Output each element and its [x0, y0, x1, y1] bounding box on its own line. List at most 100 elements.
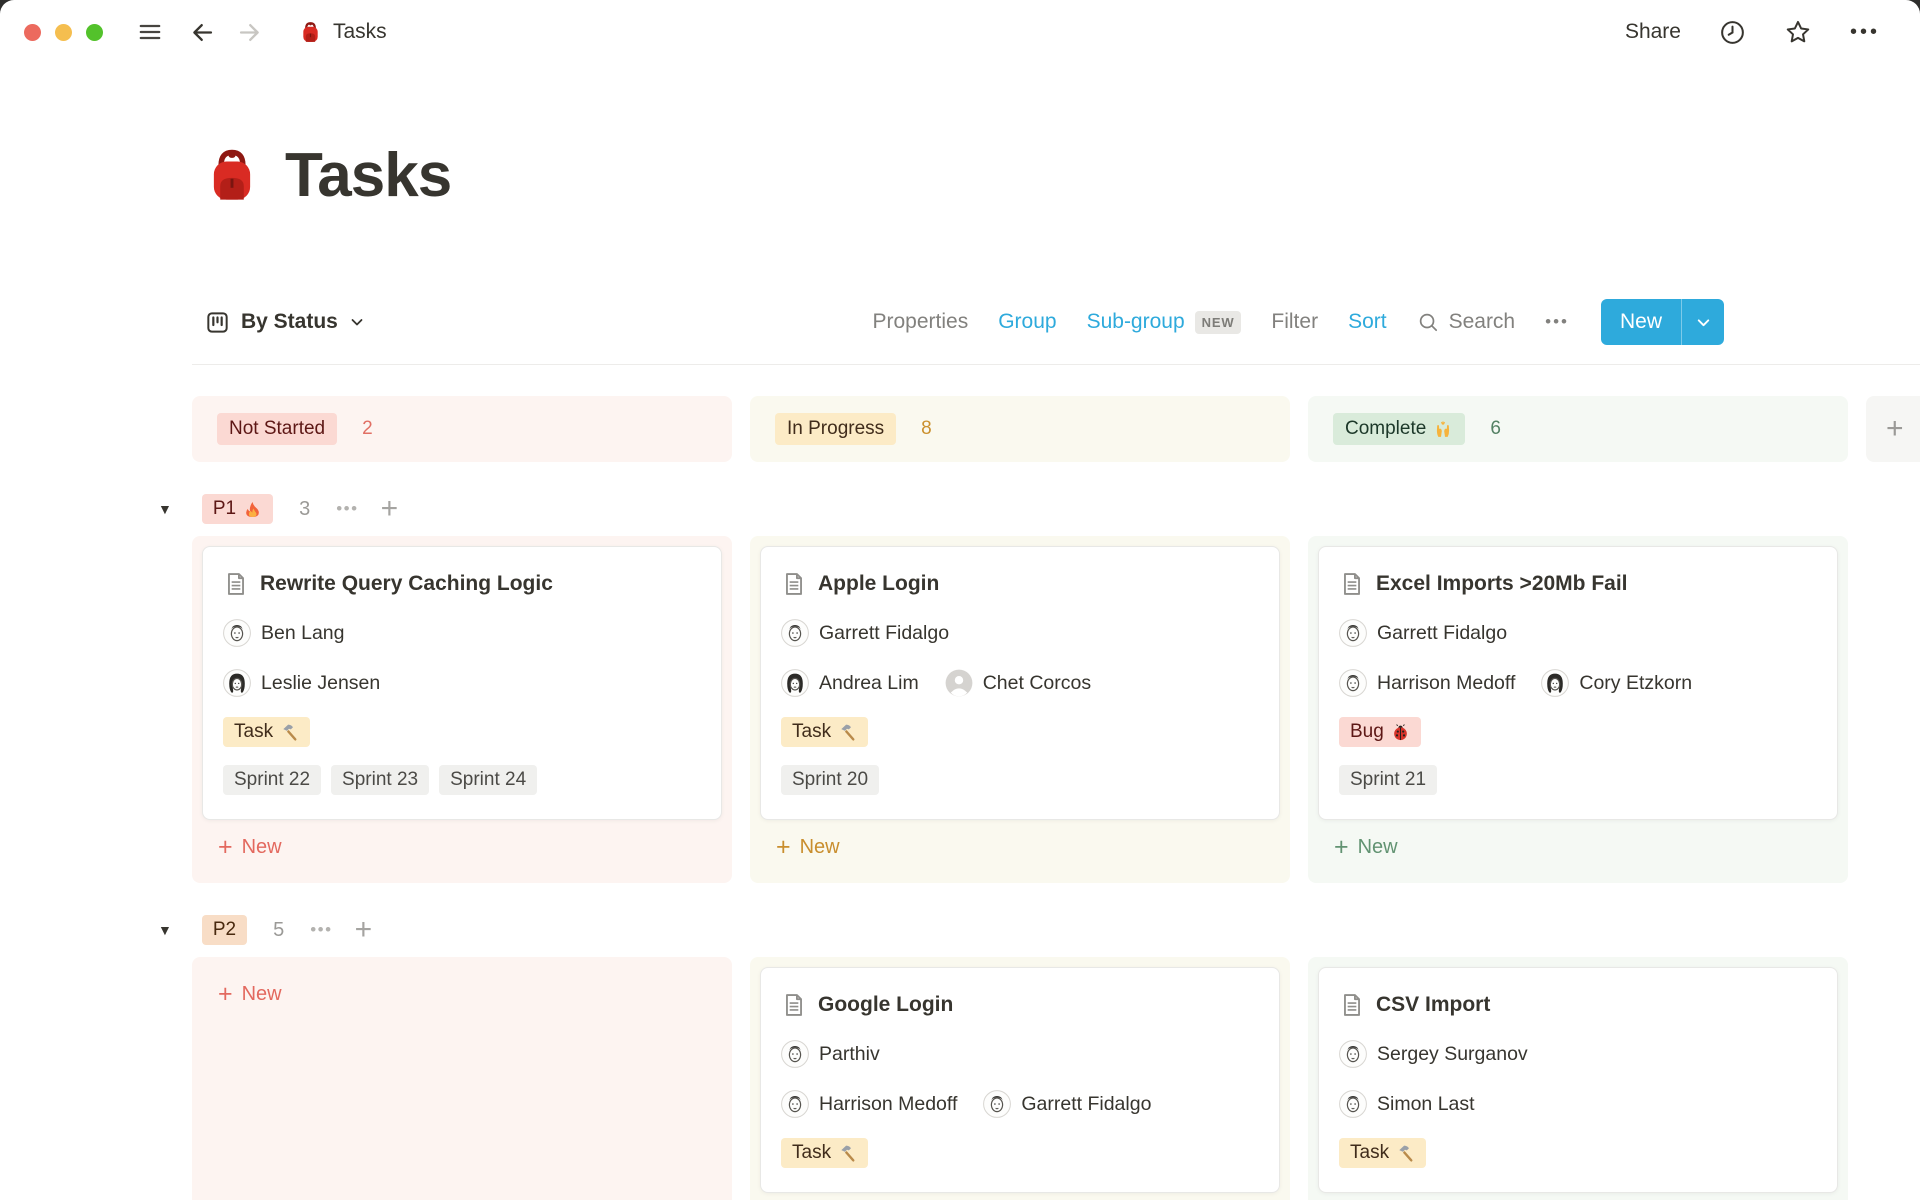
group-add-icon[interactable]: + [381, 497, 399, 521]
plus-icon: + [218, 982, 233, 1007]
avatar [1339, 1040, 1367, 1068]
favorite-star-icon[interactable] [1784, 18, 1812, 46]
fire-icon [243, 500, 262, 519]
assignee: Leslie Jensen [223, 669, 380, 697]
subgroup-button[interactable]: Sub-group NEW [1087, 310, 1242, 334]
updates-clock-icon[interactable] [1719, 19, 1746, 46]
avatar [1339, 1090, 1367, 1118]
view-more-icon[interactable]: ••• [1545, 312, 1569, 332]
avatar [223, 669, 251, 697]
group-button[interactable]: Group [998, 310, 1056, 334]
card-title: Rewrite Query Caching Logic [260, 572, 553, 596]
more-options-icon[interactable]: ••• [1850, 21, 1880, 44]
group-add-icon[interactable]: + [355, 918, 373, 942]
tag-task: Task [223, 717, 310, 747]
search-label: Search [1449, 310, 1516, 334]
add-card-button[interactable]: + New [1318, 820, 1838, 877]
plus-icon: + [1334, 835, 1349, 860]
share-button[interactable]: Share [1625, 20, 1681, 44]
sort-button[interactable]: Sort [1348, 310, 1387, 334]
sprint-chip: Sprint 24 [439, 765, 537, 795]
assignee: Parthiv [781, 1040, 880, 1068]
sprint-chip: Sprint 23 [331, 765, 429, 795]
add-card-button[interactable]: + New [760, 820, 1280, 877]
new-button[interactable]: New [1601, 299, 1681, 345]
hammer-icon [280, 723, 299, 742]
task-card[interactable]: Apple Login Garrett Fidalgo Andrea Lim [760, 546, 1280, 820]
avatar [1339, 669, 1367, 697]
column-count: 2 [362, 418, 373, 440]
toolbar-divider [192, 364, 1920, 365]
hammer-icon [838, 1144, 857, 1163]
group-row-p2: ▼ P2 5 ••• + [158, 915, 1920, 945]
view-toolbar: By Status Properties Group Sub-group NEW… [205, 299, 1724, 345]
card-title: Apple Login [818, 572, 939, 596]
task-card[interactable]: Google Login Parthiv Harrison Medoff [760, 967, 1280, 1193]
tag-task: Task [781, 717, 868, 747]
properties-button[interactable]: Properties [872, 310, 968, 334]
page-header: Tasks [203, 140, 1920, 211]
column-count: 6 [1490, 418, 1501, 440]
close-window-button[interactable] [24, 24, 41, 41]
column-header-not-started[interactable]: Not Started 2 [192, 396, 732, 462]
group-row-p1: ▼ P1 3 ••• + [158, 494, 1920, 524]
avatar [781, 669, 809, 697]
forward-arrow-icon[interactable] [236, 19, 263, 46]
assignee: Simon Last [1339, 1090, 1475, 1118]
add-card-button[interactable]: + New [202, 967, 722, 1024]
avatar [945, 669, 973, 697]
sprint-chip: Sprint 22 [223, 765, 321, 795]
plus-icon: + [776, 835, 791, 860]
hammer-icon [1396, 1144, 1415, 1163]
filter-button[interactable]: Filter [1271, 310, 1318, 334]
assignee: Chet Corcos [945, 669, 1091, 697]
search-button[interactable]: Search [1417, 310, 1516, 334]
chevron-down-icon [349, 314, 365, 330]
card-title: CSV Import [1376, 993, 1490, 1017]
column-header-complete[interactable]: Complete 6 [1308, 396, 1848, 462]
collapse-triangle-icon[interactable]: ▼ [158, 501, 172, 517]
group-pill-p1[interactable]: P1 [202, 494, 273, 524]
page-backpack-icon[interactable] [203, 147, 261, 205]
status-pill-not-started: Not Started [217, 413, 337, 445]
card-title: Excel Imports >20Mb Fail [1376, 572, 1628, 596]
page-doc-icon [1339, 571, 1365, 597]
sprint-chip: Sprint 20 [781, 765, 879, 795]
backpack-icon [299, 21, 322, 44]
task-card[interactable]: CSV Import Sergey Surganov Simon Last [1318, 967, 1838, 1193]
board-column-headers: Not Started 2 In Progress 8 Complete 6 + [192, 396, 1920, 462]
assignee: Garrett Fidalgo [781, 619, 949, 647]
new-button-chevron-icon[interactable] [1682, 299, 1724, 345]
collapse-triangle-icon[interactable]: ▼ [158, 922, 172, 938]
group-p1-columns: Rewrite Query Caching Logic Ben Lang Les… [192, 536, 1920, 883]
avatar [781, 1090, 809, 1118]
minimize-window-button[interactable] [55, 24, 72, 41]
assignee: Harrison Medoff [1339, 669, 1515, 697]
sidebar-menu-icon[interactable] [137, 19, 163, 45]
add-card-button[interactable]: + New [202, 820, 722, 877]
sprint-chip: Sprint 21 [1339, 765, 1437, 795]
app-window: Tasks Share ••• Tasks By Status Properti… [0, 0, 1920, 1200]
cell-p1-not-started: Rewrite Query Caching Logic Ben Lang Les… [192, 536, 732, 883]
avatar [781, 1040, 809, 1068]
group-more-icon[interactable]: ••• [310, 920, 332, 940]
task-card[interactable]: Excel Imports >20Mb Fail Garrett Fidalgo… [1318, 546, 1838, 820]
task-card[interactable]: Rewrite Query Caching Logic Ben Lang Les… [202, 546, 722, 820]
cell-p2-complete: CSV Import Sergey Surganov Simon Last [1308, 957, 1848, 1200]
back-arrow-icon[interactable] [189, 19, 216, 46]
add-column-button[interactable]: + [1866, 396, 1920, 462]
group-more-icon[interactable]: ••• [336, 499, 358, 519]
breadcrumb[interactable]: Tasks [299, 20, 387, 44]
page-doc-icon [781, 571, 807, 597]
page-title[interactable]: Tasks [285, 140, 451, 211]
column-header-in-progress[interactable]: In Progress 8 [750, 396, 1290, 462]
tag-task: Task [1339, 1138, 1426, 1168]
page-doc-icon [781, 992, 807, 1018]
zoom-window-button[interactable] [86, 24, 103, 41]
column-count: 8 [921, 418, 932, 440]
status-pill-complete: Complete [1333, 413, 1465, 445]
assignee: Sergey Surganov [1339, 1040, 1528, 1068]
view-switcher-by-status[interactable]: By Status [205, 310, 365, 335]
group-pill-p2[interactable]: P2 [202, 915, 247, 945]
hammer-icon [838, 723, 857, 742]
